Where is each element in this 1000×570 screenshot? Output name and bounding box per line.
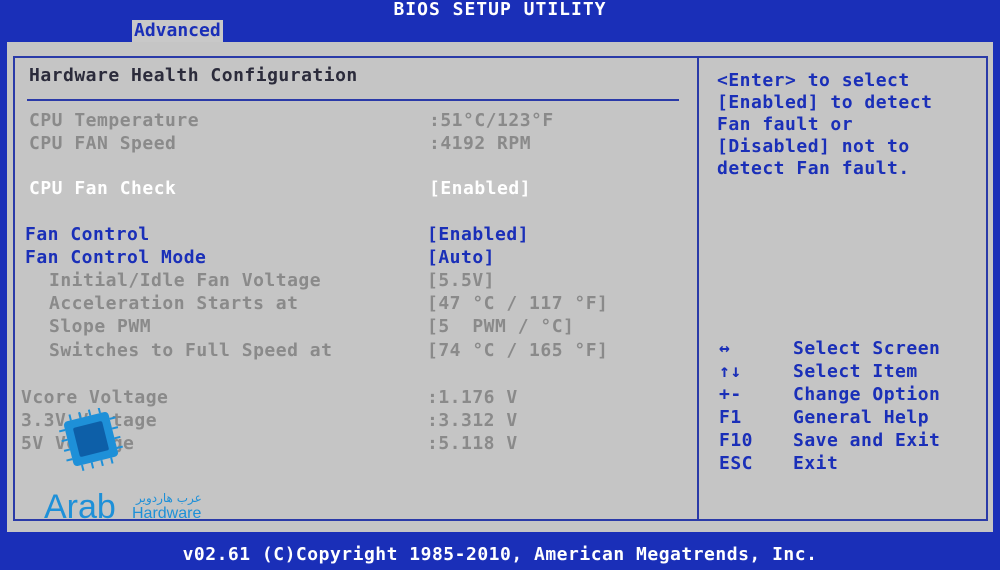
section-title: Hardware Health Configuration: [29, 65, 358, 86]
vcore-label: Vcore Voltage: [21, 387, 169, 408]
cpu-fan-check-value[interactable]: [Enabled]: [429, 178, 531, 199]
slope-pwm-label: Slope PWM: [49, 316, 152, 337]
help-line-1: <Enter> to select: [717, 70, 910, 91]
title-underline: [27, 99, 679, 101]
key-general-help: General Help: [793, 407, 930, 428]
fan-control-mode-label[interactable]: Fan Control Mode: [25, 247, 206, 268]
key-arrows-ud-icon: ↑↓: [719, 361, 742, 382]
fan-control-mode-value[interactable]: [Auto]: [427, 247, 495, 268]
key-esc: ESC: [719, 453, 754, 474]
cpu-temp-value: :51°C/123°F: [429, 110, 554, 131]
idle-fan-voltage-label: Initial/Idle Fan Voltage: [49, 270, 322, 291]
key-exit: Exit: [793, 453, 839, 474]
key-f10: F10: [719, 430, 754, 451]
logo-text-arabic: عرب هاردوير: [135, 491, 202, 506]
chip-icon: [58, 408, 124, 472]
key-arrows-lr-icon: ↔: [719, 338, 731, 359]
v33-value: :3.312 V: [427, 410, 518, 431]
full-speed-label: Switches to Full Speed at: [49, 340, 333, 361]
help-line-5: detect Fan fault.: [717, 158, 910, 179]
logo-text-hardware: Hardware: [132, 505, 201, 522]
fan-control-label[interactable]: Fan Control: [25, 224, 150, 245]
slope-pwm-value: [5 PWM / °C]: [427, 316, 575, 337]
help-divider: [697, 56, 699, 521]
cpu-temp-label: CPU Temperature: [29, 110, 200, 131]
accel-start-value: [47 °C / 117 °F]: [427, 293, 609, 314]
key-change-option: Change Option: [793, 384, 941, 405]
help-line-3: Fan fault or: [717, 114, 854, 135]
key-select-screen: Select Screen: [793, 338, 941, 359]
fan-control-value[interactable]: [Enabled]: [427, 224, 529, 245]
full-speed-value: [74 °C / 165 °F]: [427, 340, 609, 361]
copyright-footer: v02.61 (C)Copyright 1985-2010, American …: [0, 540, 1000, 570]
key-plus-minus: +-: [719, 384, 742, 405]
key-f1: F1: [719, 407, 742, 428]
v5-value: :5.118 V: [427, 433, 518, 454]
tab-bar: Advanced: [0, 20, 1000, 42]
bios-title: BIOS SETUP UTILITY: [0, 0, 1000, 20]
logo-text-arab: Arab: [44, 488, 116, 523]
help-line-2: [Enabled] to detect: [717, 92, 933, 113]
key-save-exit: Save and Exit: [793, 430, 941, 451]
cpu-fan-speed-value: :4192 RPM: [429, 133, 532, 154]
key-select-item: Select Item: [793, 361, 918, 382]
accel-start-label: Acceleration Starts at: [49, 293, 299, 314]
cpu-fan-check-label[interactable]: CPU Fan Check: [29, 178, 176, 199]
tab-advanced[interactable]: Advanced: [132, 20, 223, 42]
help-line-4: [Disabled] not to: [717, 136, 910, 157]
vcore-value: :1.176 V: [427, 387, 518, 408]
cpu-fan-speed-label: CPU FAN Speed: [29, 133, 177, 154]
idle-fan-voltage-value: [5.5V]: [427, 270, 496, 291]
arab-hardware-logo: Arab عرب هاردوير Hardware: [44, 408, 202, 523]
